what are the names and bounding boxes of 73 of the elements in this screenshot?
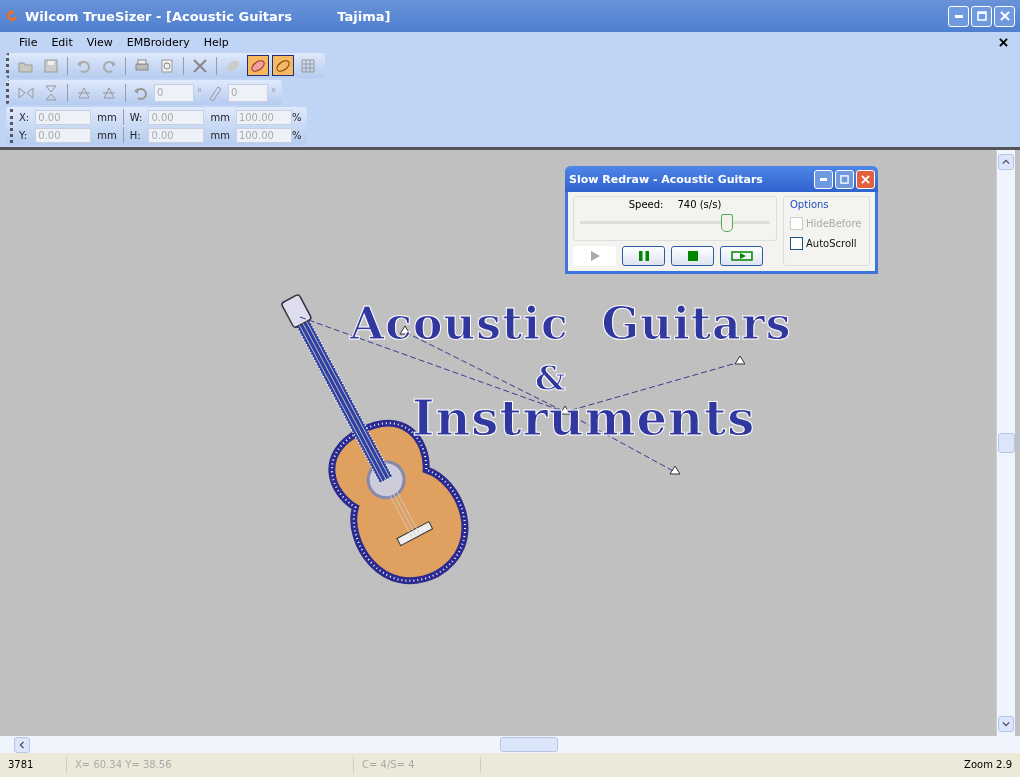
maximize-icon — [840, 174, 849, 184]
menu-item[interactable]: File — [14, 34, 43, 51]
maximize-button[interactable] — [835, 169, 854, 189]
horizontal-scrollbar[interactable] — [0, 736, 1020, 753]
close-button[interactable] — [856, 169, 875, 189]
menu-item[interactable]: Help — [198, 34, 234, 51]
play-icon — [589, 251, 600, 261]
unit-label: mm — [97, 111, 117, 123]
stop-icon — [687, 251, 698, 261]
status-text: 3781 — [0, 757, 67, 773]
step-button[interactable] — [720, 246, 763, 266]
menu-item[interactable]: Edit — [46, 34, 78, 51]
maximize-button[interactable] — [971, 5, 992, 27]
x-label: X: — [19, 111, 30, 123]
stop-button[interactable] — [671, 246, 714, 266]
percent-label: % — [291, 111, 302, 123]
unit-label: mm — [210, 129, 230, 141]
width-label: W: — [129, 111, 143, 123]
degree-unit: ° — [271, 87, 276, 98]
scroll-thumb[interactable] — [997, 433, 1015, 453]
step-icon — [729, 249, 754, 263]
preview-icon — [159, 57, 175, 74]
options-title: Options — [790, 199, 830, 210]
checkbox[interactable] — [790, 237, 803, 250]
option-checkbox[interactable]: AutoScroll — [790, 237, 863, 250]
height-label: H: — [129, 129, 142, 141]
status-text: X= 60.34 Y= 38.56 — [67, 757, 354, 773]
slider-thumb[interactable] — [721, 214, 734, 232]
minimize-icon — [954, 14, 963, 18]
scroll-left-button[interactable] — [14, 736, 30, 753]
vertical-scrollbar[interactable] — [996, 150, 1015, 736]
save-icon — [43, 57, 59, 74]
minimize-icon — [820, 177, 827, 181]
scroll-thumb[interactable] — [500, 737, 558, 752]
mirror-horizontal-icon — [18, 84, 34, 101]
window-title: Wilcom TrueSizer - [Acoustic Guitars Tajima] — [25, 8, 392, 24]
unit-label: mm — [97, 129, 117, 141]
scroll-up-button[interactable] — [998, 154, 1014, 170]
chevron-left-icon — [18, 740, 26, 749]
status-text: C= 4/S= 4 — [354, 757, 481, 773]
close-icon[interactable] — [999, 38, 1008, 47]
maximize-icon — [976, 11, 987, 21]
pause-icon — [638, 251, 649, 261]
close-button[interactable] — [994, 5, 1015, 27]
mirror-vertical-icon — [43, 84, 59, 101]
menu-item[interactable]: View — [81, 34, 118, 51]
close-icon — [861, 174, 870, 184]
filled-leaf-icon — [250, 57, 266, 74]
degree-unit: ° — [197, 87, 202, 98]
outline-leaf-button[interactable] — [272, 55, 294, 76]
speed-reading: 740 (s/s) — [677, 199, 722, 210]
menu-item[interactable]: EMBroidery — [121, 34, 195, 51]
app-logo-icon — [5, 9, 19, 23]
outline-leaf-icon — [275, 57, 291, 74]
filled-leaf-button[interactable] — [247, 55, 269, 76]
unit-label: mm — [210, 111, 230, 123]
chevron-down-icon — [1002, 720, 1010, 728]
percent-label: % — [291, 129, 302, 141]
chevron-up-icon — [1002, 158, 1010, 166]
speed-slider[interactable] — [580, 212, 770, 234]
grid-icon — [300, 57, 316, 74]
dialog-title: Slow Redraw - Acoustic Guitars — [569, 172, 764, 186]
y-label: Y: — [19, 129, 29, 141]
scroll-down-button[interactable] — [998, 716, 1014, 732]
slant-icon — [207, 84, 223, 101]
embroidery-text: Acoustic Guitars — [350, 298, 792, 349]
printer-icon — [134, 57, 150, 74]
close-icon — [999, 11, 1010, 21]
status-text: Zoom 2.9 — [963, 758, 1013, 772]
pause-button[interactable] — [622, 246, 665, 266]
minimize-button[interactable] — [948, 5, 969, 27]
speed-label: Speed: — [628, 199, 664, 210]
minimize-button[interactable] — [814, 169, 833, 189]
